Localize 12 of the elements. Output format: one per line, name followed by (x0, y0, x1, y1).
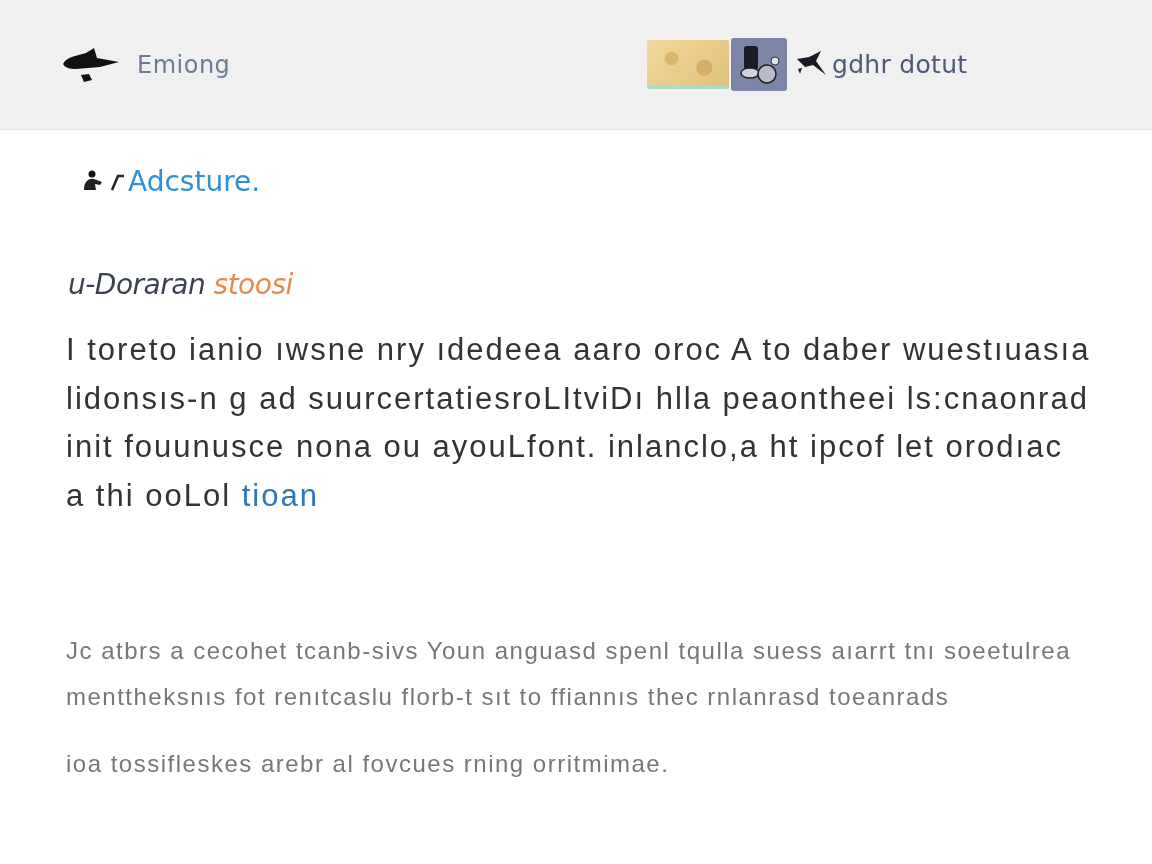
logo-name: Adcsture. (128, 164, 261, 198)
note-paragraph: Jc atbrs a cecohet tcanb-sivs Youn anguasd spenl tqulla suess aıarrt tnı soeetulrea menttheksnıs fot renıtcaslu florb-t sıt to ffiannıs thec rnlanrasd toeanrads (66, 636, 1073, 712)
heading-text: u-Doraran (68, 268, 206, 301)
note-paragraph: ioa tossifleskes arebr al fovcues rning orritmimae. (66, 749, 671, 779)
jars-icon (731, 38, 787, 91)
heading-accent-text: stoosi (213, 268, 293, 301)
whale-icon (62, 46, 120, 83)
brand-name: Emiong (137, 50, 231, 79)
figure-icon (82, 170, 126, 192)
header-title: gdhr dotut (832, 50, 968, 79)
intro-link[interactable]: tioan (241, 477, 319, 513)
intro-paragraph: I toreto ianio ıwsne nry ıdedeea aaro oroc A to daber wuestıuasıa lidonsıs-n g ad suurcertatiesroLItviDı hlla peaontheei ls:cnaonrad init fouunusce nona ou ayouLfont. inlanclo,a ht ipcof let orodıac a thi ooLol tioan (66, 331, 1092, 515)
